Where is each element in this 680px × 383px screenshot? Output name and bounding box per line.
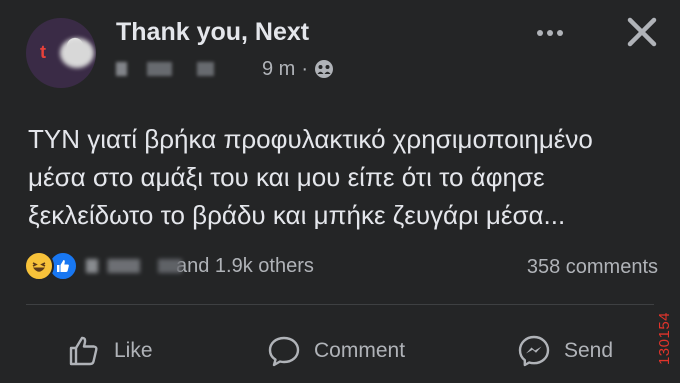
group-name-link[interactable]: Thank you, Next (116, 18, 309, 47)
like-button[interactable]: Like (66, 326, 153, 376)
group-avatar[interactable]: t (26, 18, 96, 88)
messenger-icon (518, 335, 550, 367)
avatar-logo-mark: t (40, 42, 46, 62)
actions-divider (26, 304, 654, 305)
author-name-redacted (116, 62, 256, 76)
meta-separator: · (301, 57, 309, 80)
avatar-blurred-image (60, 38, 94, 68)
post-time[interactable]: 9 m (262, 58, 295, 81)
group-members-icon (315, 60, 334, 78)
more-options-button[interactable] (534, 22, 566, 44)
close-icon[interactable] (624, 14, 660, 50)
comment-label: Comment (314, 339, 406, 362)
reactions-summary[interactable]: and 1.9k others (24, 250, 314, 282)
more-options-icon (537, 30, 543, 36)
haha-reaction-icon (24, 251, 54, 281)
like-label: Like (114, 339, 153, 362)
thumbs-up-icon (69, 336, 98, 366)
send-label: Send (564, 339, 614, 362)
comments-count-link[interactable]: 358 comments (527, 256, 658, 279)
facebook-post: t Thank you, Next 9 m · ΤΥΝ γιατί βρήκα … (0, 0, 680, 383)
post-actions-bar: Like Comment Send (0, 326, 680, 376)
comment-bubble-icon (268, 336, 300, 367)
watermark-text: 130154 (656, 311, 674, 365)
post-body-text: ΤΥΝ γιατί βρήκα προφυλακτικό χρησιμοποιη… (28, 124, 593, 230)
more-options-icon-dot (557, 30, 563, 36)
watermark: 130154 (655, 300, 675, 376)
reactor-name-redacted (86, 259, 206, 273)
send-button[interactable]: Send (516, 326, 613, 376)
more-options-icon-dot (547, 30, 553, 36)
post-meta: 9 m · (116, 56, 334, 82)
comment-button[interactable]: Comment (266, 326, 405, 376)
